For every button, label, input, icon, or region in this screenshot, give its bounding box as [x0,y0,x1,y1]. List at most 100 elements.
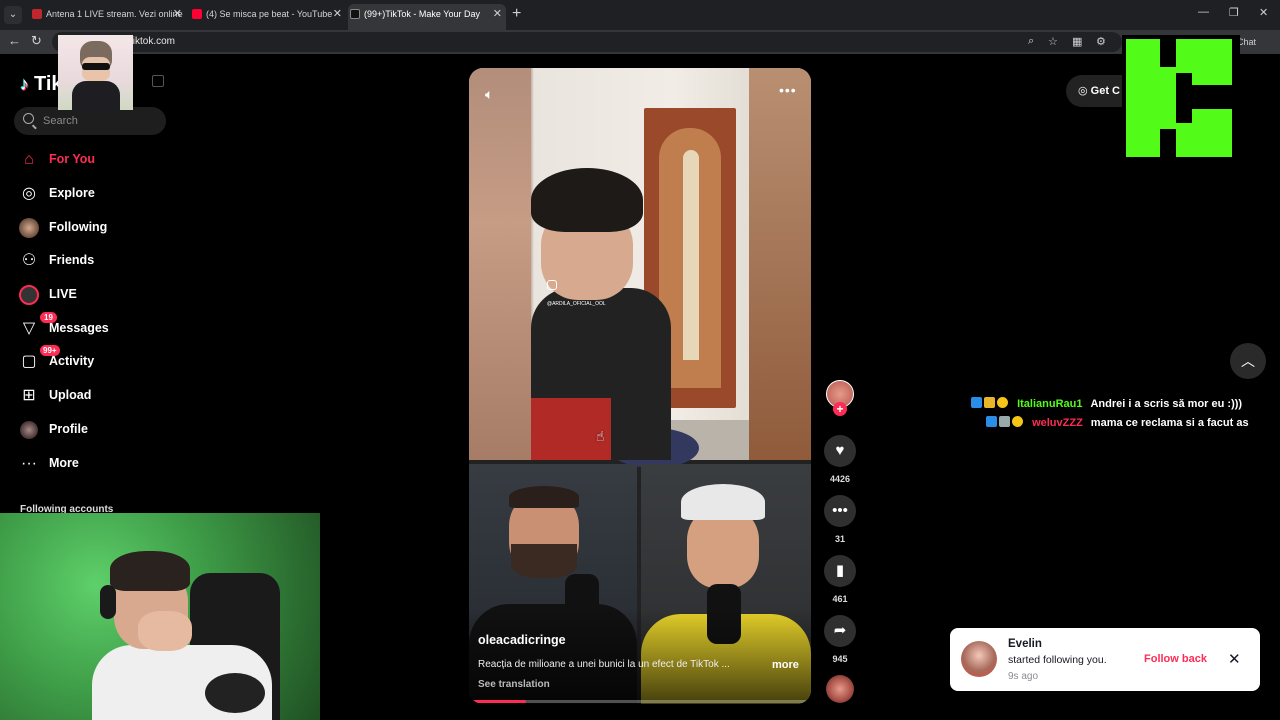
follow-notification-toast: Evelin started following you. 9s ago Fol… [950,628,1260,691]
close-tab-icon[interactable]: ✕ [493,4,502,24]
url-text: tiktok.com [130,36,176,47]
streamer-avatar-overlay [58,35,133,110]
notification-time: 9s ago [1008,671,1039,682]
chat-badge-icon [1012,416,1023,427]
close-window-icon[interactable]: ✕ [1259,6,1268,19]
follow-back-button[interactable]: Follow back [1144,653,1207,665]
chat-message: ItalianuRau1 Andrei i a scris să mor eu :… [971,397,1242,410]
hand-cursor-icon: ☝ [596,428,605,444]
home-icon: ⌂ [24,151,34,168]
nav-activity[interactable]: ▢ 99+ Activity [18,345,168,375]
nav-label: LIVE [49,287,77,301]
more-icon: ··· [21,455,37,472]
follower-name[interactable]: Evelin [1008,638,1042,650]
follow-plus-icon[interactable]: + [833,402,847,416]
antena1-favicon-icon [32,9,42,19]
share-action[interactable]: ➦ 945 [824,615,856,664]
friends-icon: ⚇ [21,252,37,269]
comment-action[interactable]: ••• 31 [824,495,856,544]
scroll-up-button[interactable]: ︿ [1230,343,1266,379]
tab-youtube[interactable]: (4) Se misca pe beat - YouTube ✕ [190,4,346,30]
close-icon[interactable]: ✕ [1228,650,1241,668]
nav-more[interactable]: ··· More [18,451,168,477]
video-options-icon[interactable]: ••• [779,82,797,98]
volume-icon[interactable]: 🔈︎ [485,86,493,103]
video-description: Reacția de milioane a unei bunici la un … [478,659,730,670]
share-count: 945 [832,654,848,664]
messages-icon: ▽ [22,320,36,337]
tab-search-dropdown-icon[interactable]: ⌄ [4,6,22,24]
new-tab-icon[interactable]: + [512,4,521,24]
bookmark-icon[interactable]: ▮ [824,555,856,587]
chat-username[interactable]: ItalianuRau1 [1017,398,1082,410]
search-input[interactable] [43,113,163,129]
kick-logo-overlay [1122,35,1240,161]
tab-tiktok[interactable]: (99+)TikTok - Make Your Day ✕ [348,4,506,30]
maximize-icon[interactable]: ❐ [1229,6,1239,19]
chat-message: weluvZZZ mama ce reclama si a facut as [986,416,1249,429]
video-progress-bar[interactable] [473,700,807,703]
music-disc-icon[interactable] [826,675,854,703]
tiktok-favicon-icon [350,9,360,19]
nav-label: Upload [49,388,92,402]
nav-label: Explore [49,186,95,200]
nav-profile[interactable]: Profile [18,417,168,443]
tab-title: (99+)TikTok - Make Your Day [364,9,480,19]
notification-message: started following you. [1008,654,1107,666]
reload-icon[interactable]: ↻ [31,33,42,49]
video-progress-fill [473,700,527,703]
video-player[interactable]: @ARDILA_OFICIAL_OOL 🔈︎ ••• oleacadicring… [469,68,811,704]
chat-username[interactable]: weluvZZZ [1032,417,1083,429]
bookmark-star-icon[interactable]: ☆ [1048,35,1058,48]
chat-badge-icon [997,397,1008,408]
live-icon [18,285,40,305]
zoom-icon[interactable]: ⌕ [1028,35,1034,48]
chat-badge-icon [986,416,997,427]
nav-live[interactable]: LIVE [18,282,168,308]
like-count: 4426 [829,474,851,484]
video-watermark: @ARDILA_OFICIAL_OOL [547,301,606,307]
address-bar: ← ↻ tiktok.com ⌕ ☆ ▦ ⚙ Chat [0,30,1280,54]
coin-icon: ◎ [1078,85,1091,97]
nav-messages[interactable]: ▽ 19 Messages [18,312,168,342]
save-action[interactable]: ▮ 461 [824,555,856,604]
back-icon[interactable]: ← [8,33,21,48]
nav-label: Profile [49,422,88,436]
heart-icon[interactable]: ♥ [824,435,856,467]
puzzle-icon[interactable]: ⚙ [1096,35,1106,48]
close-tab-icon[interactable]: ✕ [333,4,342,24]
share-icon[interactable]: ➦ [824,615,856,647]
minimize-icon[interactable]: — [1198,6,1209,18]
search-box[interactable] [14,107,166,135]
comment-icon[interactable]: ••• [824,495,856,527]
more-button[interactable]: more [772,659,799,671]
follower-avatar[interactable] [961,641,997,677]
extension-icon[interactable]: ▦ [1072,35,1082,48]
following-avatar-icon [18,218,40,238]
profile-avatar-icon [18,420,40,440]
tiktok-note-icon: ♪ [20,74,29,94]
get-coins-label: Get C [1090,85,1120,97]
like-action[interactable]: ♥ 4426 [824,435,856,484]
compass-icon: ◎ [22,185,36,202]
nav-upload[interactable]: ⊞ Upload [18,383,168,409]
nav-explore[interactable]: ◎ Explore [18,181,168,207]
tab-antena1[interactable]: Antena 1 LIVE stream. Vezi online ✕ [30,4,186,30]
chat-badge-icon [984,397,995,408]
close-tab-icon[interactable]: ✕ [173,4,182,24]
chat-badge-icon [971,397,982,408]
tab-title: (4) Se misca pe beat - YouTube [206,9,333,19]
video-author[interactable]: oleacadicringe [478,633,566,647]
nav-for-you[interactable]: ⌂ For You [18,147,168,173]
nav-following[interactable]: Following [18,215,168,241]
nav-label: For You [49,152,96,166]
see-translation-link[interactable]: See translation [478,679,550,690]
get-coins-button[interactable]: ◎ Get C [1066,75,1126,107]
nav-label: Following [49,220,108,234]
collapse-sidebar-icon[interactable] [152,75,164,87]
nav-friends[interactable]: ⚇ Friends [18,248,168,274]
browser-tab-strip: ⌄ Antena 1 LIVE stream. Vezi online ✕ (4… [0,0,1280,30]
comment-count: 31 [834,534,845,544]
nav-label: Friends [49,253,95,267]
omnibox[interactable]: tiktok.com ⌕ ☆ ▦ ⚙ [52,32,1122,52]
